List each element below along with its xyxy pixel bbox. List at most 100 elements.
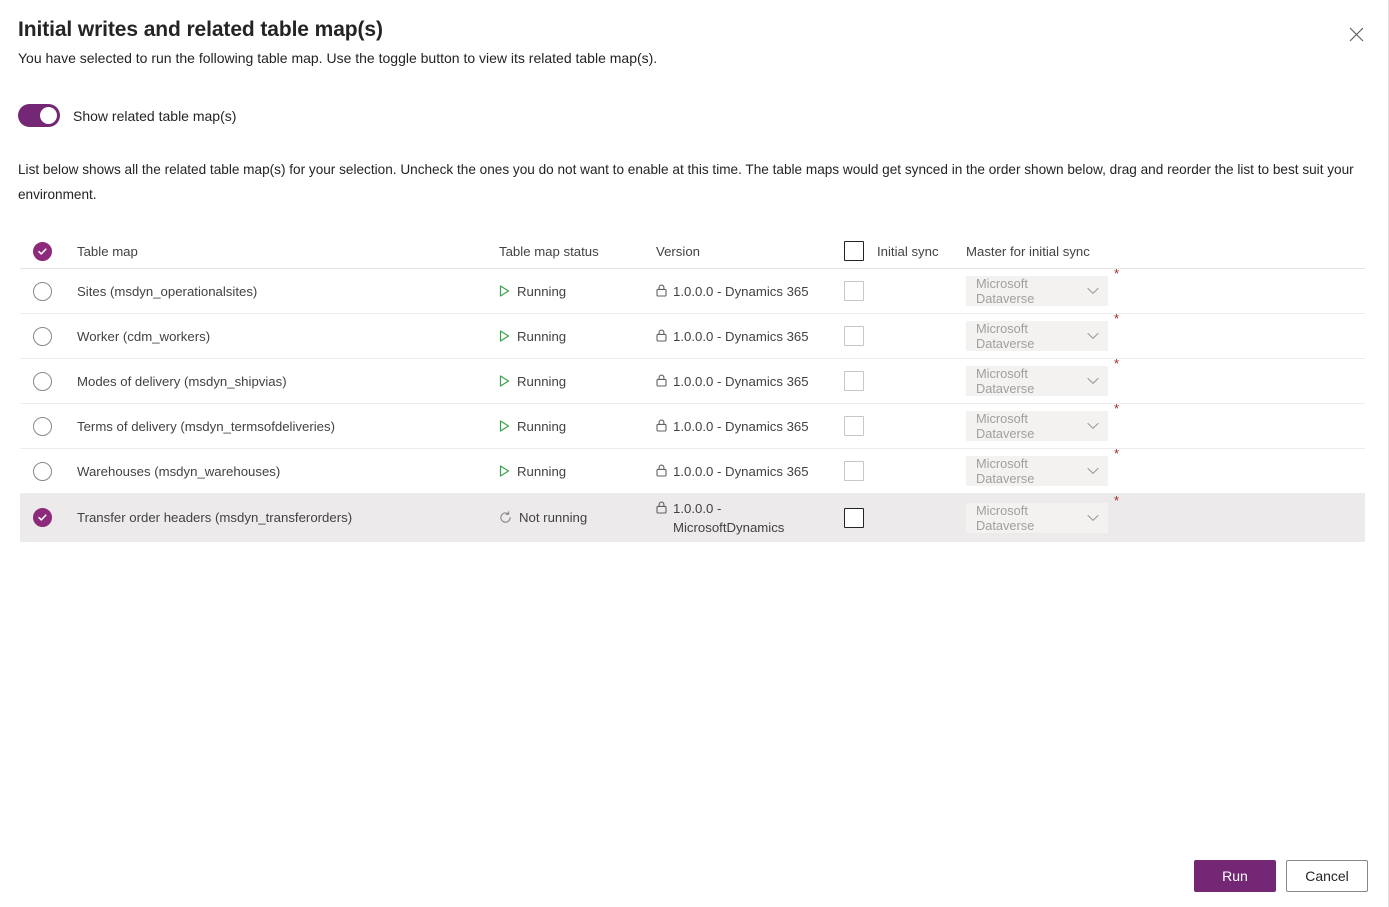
- table-row[interactable]: Sites (msdyn_operationalsites) Running 1.0…: [20, 267, 1365, 314]
- row-master-cell: Microsoft Dataverse *: [966, 447, 1365, 486]
- master-for-initial-sync-dropdown[interactable]: Microsoft Dataverse: [966, 321, 1108, 351]
- row-table-map-name: Warehouses (msdyn_warehouses): [77, 463, 281, 479]
- row-master-cell: Microsoft Dataverse *: [966, 402, 1365, 441]
- row-initial-sync-checkbox[interactable]: [844, 326, 864, 346]
- row-select-circle[interactable]: [33, 326, 52, 346]
- row-select-cell: [20, 281, 76, 301]
- row-select-circle[interactable]: [33, 416, 52, 436]
- row-status-label: Running: [517, 418, 567, 434]
- not-running-icon: [499, 511, 512, 524]
- row-table-map-name: Modes of delivery (msdyn_shipvias): [77, 373, 287, 389]
- row-status-label: Running: [517, 283, 567, 299]
- row-select-circle[interactable]: [33, 461, 52, 481]
- row-master-cell: Microsoft Dataverse *: [966, 312, 1365, 351]
- row-initial-sync-checkbox[interactable]: [844, 371, 864, 391]
- table-row[interactable]: Worker (cdm_workers) Running 1.0.0.0 - Dyn…: [20, 312, 1365, 359]
- row-initial-sync-cell: [834, 416, 966, 436]
- master-dropdown-wrap: Microsoft Dataverse *: [966, 402, 1119, 441]
- select-all-checked-icon[interactable]: [33, 241, 52, 261]
- row-select-cell: [20, 508, 76, 527]
- master-dropdown-value: Microsoft Dataverse: [976, 456, 1035, 486]
- lock-icon: [656, 499, 667, 514]
- master-for-initial-sync-dropdown[interactable]: Microsoft Dataverse: [966, 502, 1108, 533]
- table-header-row: Table map Table map status Version Initi…: [20, 234, 1365, 269]
- lock-icon: [656, 282, 667, 297]
- row-status-cell: Running: [499, 374, 656, 389]
- row-status-label: Running: [517, 463, 567, 479]
- table-row[interactable]: Warehouses (msdyn_warehouses) Running 1.0.…: [20, 447, 1365, 494]
- master-dropdown-wrap: Microsoft Dataverse *: [966, 494, 1119, 533]
- row-select-circle[interactable]: [33, 281, 52, 301]
- lock-icon: [656, 462, 667, 477]
- row-version-label: 1.0.0.0 - Dynamics 365: [673, 373, 809, 389]
- required-asterisk: *: [1114, 492, 1120, 508]
- table-maps-table: Table map Table map status Version Initi…: [20, 234, 1365, 542]
- play-icon: [499, 420, 510, 432]
- show-related-toggle-row: Show related table map(s): [18, 104, 236, 127]
- row-version-cell: 1.0.0.0 - Dynamics 365: [656, 372, 834, 391]
- lock-icon: [656, 417, 667, 432]
- row-initial-sync-checkbox[interactable]: [844, 461, 864, 481]
- header-select-all-cell: [20, 241, 76, 261]
- master-dropdown-value: Microsoft Dataverse: [976, 366, 1035, 396]
- row-table-map-name: Transfer order headers (msdyn_transferor…: [77, 510, 353, 525]
- row-status-cell: Running: [499, 419, 656, 434]
- header-initial-sync-cell: Initial sync: [834, 241, 966, 261]
- run-button[interactable]: Run: [1194, 860, 1276, 892]
- master-for-initial-sync-dropdown[interactable]: Microsoft Dataverse: [966, 411, 1108, 441]
- master-for-initial-sync-dropdown[interactable]: Microsoft Dataverse: [966, 276, 1108, 306]
- row-version-cell: 1.0.0.0 - Dynamics 365: [656, 462, 834, 481]
- master-dropdown-value: Microsoft Dataverse: [976, 321, 1035, 351]
- toggle-knob: [40, 107, 57, 124]
- row-select-cell: [20, 416, 76, 436]
- row-initial-sync-checkbox[interactable]: [844, 281, 864, 301]
- row-table-map-name: Worker (cdm_workers): [77, 328, 211, 344]
- row-version-label: 1.0.0.0 - Dynamics 365: [673, 328, 809, 344]
- play-icon: [499, 375, 510, 387]
- row-version-label: 1.0.0.0 - Dynamics 365: [673, 418, 809, 434]
- master-dropdown-value: Microsoft Dataverse: [976, 502, 1035, 533]
- dialog-subtitle: You have selected to run the following t…: [18, 50, 658, 66]
- row-select-circle[interactable]: [33, 371, 52, 391]
- row-initial-sync-checkbox[interactable]: [844, 507, 864, 528]
- dialog-footer: Run Cancel: [1194, 860, 1368, 892]
- row-select-cell: [20, 371, 76, 391]
- chevron-down-icon: [1087, 287, 1099, 295]
- play-icon: [499, 285, 510, 297]
- toggle-label: Show related table map(s): [73, 107, 237, 124]
- master-for-initial-sync-dropdown[interactable]: Microsoft Dataverse: [966, 456, 1108, 486]
- table-row[interactable]: Transfer order headers (msdyn_transferor…: [20, 494, 1365, 542]
- page-title: Initial writes and related table map(s): [18, 18, 383, 41]
- dialog-initial-writes: Initial writes and related table map(s) …: [0, 0, 1389, 907]
- row-select-checked-icon[interactable]: [33, 508, 52, 527]
- master-dropdown-wrap: Microsoft Dataverse *: [966, 312, 1119, 351]
- cancel-button[interactable]: Cancel: [1286, 860, 1368, 892]
- play-icon: [499, 330, 510, 342]
- table-row[interactable]: Terms of delivery (msdyn_termsofdeliveri…: [20, 402, 1365, 449]
- row-select-cell: [20, 461, 76, 481]
- header-master-for-initial-sync: Master for initial sync: [966, 243, 1090, 259]
- close-icon[interactable]: [1340, 18, 1372, 50]
- table-row[interactable]: Modes of delivery (msdyn_shipvias) Runnin…: [20, 357, 1365, 404]
- row-version-cell: 1.0.0.0 - Dynamics 365: [656, 327, 834, 346]
- show-related-table-maps-toggle[interactable]: [18, 104, 60, 127]
- row-status-cell: Running: [499, 329, 656, 344]
- row-table-map-name: Sites (msdyn_operationalsites): [77, 283, 258, 299]
- master-for-initial-sync-dropdown[interactable]: Microsoft Dataverse: [966, 366, 1108, 396]
- row-master-cell: Microsoft Dataverse *: [966, 494, 1365, 533]
- row-initial-sync-cell: [834, 507, 966, 528]
- header-table-map: Table map: [77, 243, 138, 259]
- row-version-label: 1.0.0.0 - Dynamics 365: [673, 463, 809, 479]
- chevron-down-icon: [1087, 332, 1099, 340]
- row-version-label: 1.0.0.0 - MicrosoftDynamics: [673, 500, 785, 535]
- required-asterisk: *: [1114, 446, 1120, 461]
- required-asterisk: *: [1114, 266, 1120, 281]
- header-initial-sync-checkbox[interactable]: [844, 241, 864, 261]
- lock-icon: [656, 327, 667, 342]
- row-initial-sync-cell: [834, 326, 966, 346]
- lock-icon: [656, 372, 667, 387]
- row-version-cell: 1.0.0.0 - Dynamics 365: [656, 282, 834, 301]
- master-dropdown-wrap: Microsoft Dataverse *: [966, 267, 1119, 306]
- chevron-down-icon: [1087, 467, 1099, 475]
- row-initial-sync-checkbox[interactable]: [844, 416, 864, 436]
